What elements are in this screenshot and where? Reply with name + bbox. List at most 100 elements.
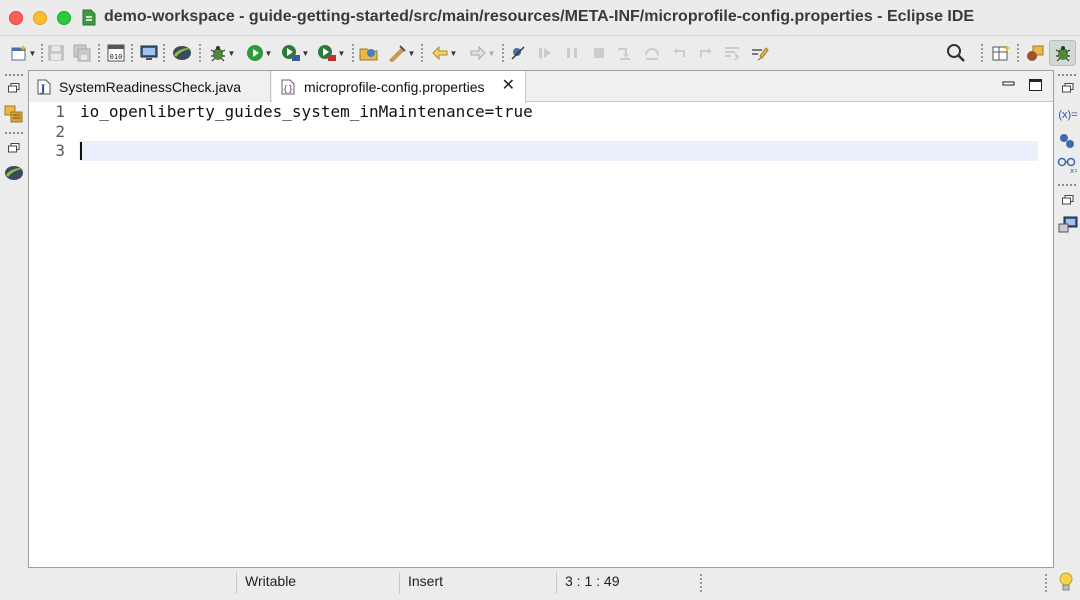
drop-to-frame-button[interactable]: [696, 42, 716, 64]
use-step-filters-button[interactable]: [722, 42, 742, 64]
toggle-mark-occurrences-button[interactable]: [749, 42, 771, 64]
tab-label: SystemReadinessCheck.java: [59, 78, 242, 95]
window-title: demo-workspace - guide-getting-started/s…: [104, 8, 975, 25]
back-icon: [431, 45, 449, 61]
debug-button[interactable]: ▼: [206, 42, 238, 64]
debug-icon: [209, 44, 227, 62]
new-button[interactable]: ▼: [8, 42, 38, 64]
restore-left-stack-button[interactable]: [5, 80, 23, 98]
skip-breakpoints-button[interactable]: [508, 42, 528, 64]
step-into-button[interactable]: [615, 42, 635, 64]
open-perspective-button[interactable]: [989, 42, 1013, 64]
package-explorer-button[interactable]: [3, 105, 25, 126]
lightbulb-icon: [1058, 572, 1074, 595]
status-insert-mode[interactable]: Insert: [408, 573, 443, 589]
maximize-editor-button[interactable]: [1028, 77, 1044, 93]
expressions-icon: x=: [1057, 156, 1080, 179]
line-number: 3: [55, 141, 65, 160]
save-icon: [48, 45, 64, 61]
step-return-button[interactable]: [669, 42, 689, 64]
search-button[interactable]: [944, 42, 968, 64]
java-file-icon: J: [37, 79, 51, 95]
open-perspective-icon: [991, 44, 1011, 62]
coverage-icon: [281, 44, 301, 62]
open-type-icon: [359, 44, 379, 62]
tab-microprofile-config-properties[interactable]: {} microprofile-config.properties ✕: [272, 71, 526, 103]
resume-icon: [537, 45, 553, 61]
console-icon: [1058, 216, 1078, 239]
back-button[interactable]: ▼: [428, 42, 460, 64]
servers-view-button[interactable]: [2, 164, 26, 186]
step-over-button[interactable]: [642, 42, 662, 64]
coverage-button[interactable]: ▼: [278, 42, 312, 64]
svg-text:x=: x=: [1070, 167, 1077, 174]
mark-occurrences-icon: [750, 44, 770, 62]
maximize-icon: [1028, 79, 1044, 97]
code-line-current[interactable]: 3: [29, 141, 1053, 161]
status-bar: Writable Insert 3 : 1 : 49: [0, 568, 1080, 600]
build-icon: [387, 44, 407, 62]
suspend-icon: [564, 45, 580, 61]
code-line[interactable]: 1 io_openliberty_guides_system_inMainten…: [29, 102, 1053, 122]
properties-file-icon: {}: [280, 79, 296, 95]
window-zoom-button[interactable]: [57, 11, 71, 25]
restore-icon: [8, 80, 20, 98]
restore-right-stack-2-button[interactable]: [1059, 192, 1077, 210]
breakpoints-icon: [1058, 133, 1076, 154]
title-bar: demo-workspace - guide-getting-started/s…: [0, 0, 1080, 36]
build-button[interactable]: ▼: [385, 42, 417, 64]
binary-icon: 010: [107, 44, 125, 62]
forward-button[interactable]: ▼: [466, 42, 498, 64]
editor-tab-bar: J SystemReadinessCheck.java {} microprof…: [29, 71, 1053, 103]
code-line[interactable]: 2: [29, 122, 1053, 142]
tab-system-readiness-check[interactable]: J SystemReadinessCheck.java: [29, 71, 271, 102]
forward-icon: [469, 45, 487, 61]
line-text: io_openliberty_guides_system_inMaintenan…: [80, 102, 533, 121]
run-button[interactable]: ▼: [243, 42, 275, 64]
expressions-view-button[interactable]: x=: [1057, 156, 1080, 179]
external-tools-button[interactable]: ▼: [314, 42, 348, 64]
debug-perspective-button[interactable]: [1049, 40, 1076, 66]
terminal-icon: [140, 44, 158, 62]
new-icon: [10, 44, 28, 62]
status-cursor-position[interactable]: 3 : 1 : 49: [565, 573, 619, 589]
java-perspective-button[interactable]: [1023, 42, 1047, 64]
terminate-button[interactable]: [589, 42, 609, 64]
restore-left-stack-2-button[interactable]: [5, 140, 23, 158]
restore-icon: [1062, 192, 1074, 210]
minimize-editor-button[interactable]: [1001, 77, 1017, 93]
save-all-button[interactable]: [72, 42, 92, 64]
window-minimize-button[interactable]: [33, 11, 47, 25]
step-into-icon: [616, 45, 634, 61]
step-return-icon: [670, 45, 688, 61]
search-icon: [946, 43, 966, 63]
resume-button[interactable]: [535, 42, 555, 64]
binary-button[interactable]: 010: [106, 42, 126, 64]
terminal-button[interactable]: [139, 42, 159, 64]
eclipse-marketplace-button[interactable]: [170, 42, 194, 64]
open-type-button[interactable]: [358, 42, 380, 64]
save-all-icon: [73, 44, 91, 62]
workspace-file-icon: [82, 9, 96, 26]
external-tools-icon: [317, 44, 337, 62]
suspend-button[interactable]: [562, 42, 582, 64]
terminate-icon: [591, 45, 607, 61]
save-button[interactable]: [46, 42, 66, 64]
window-close-button[interactable]: [9, 11, 23, 25]
line-number: 2: [55, 122, 65, 141]
skip-breakpoints-icon: [510, 45, 526, 61]
variables-view-button[interactable]: (x)=: [1056, 106, 1080, 124]
tip-of-the-day-button[interactable]: [1058, 572, 1074, 595]
minimize-icon: [1001, 80, 1017, 97]
text-caret: [80, 142, 82, 160]
status-writable: Writable: [245, 573, 297, 589]
restore-icon: [1062, 80, 1074, 98]
close-icon[interactable]: ✕: [502, 78, 515, 94]
main-toolbar: ▼ 010 ▼ ▼ ▼ ▼ ▼ ▼ ▼: [0, 36, 1080, 70]
restore-right-stack-button[interactable]: [1059, 80, 1077, 98]
run-icon: [246, 44, 264, 62]
java-perspective-icon: [1025, 44, 1045, 62]
status-separator-handle: [700, 574, 704, 592]
breakpoints-view-button[interactable]: [1057, 133, 1077, 154]
console-view-button[interactable]: [1057, 216, 1079, 239]
